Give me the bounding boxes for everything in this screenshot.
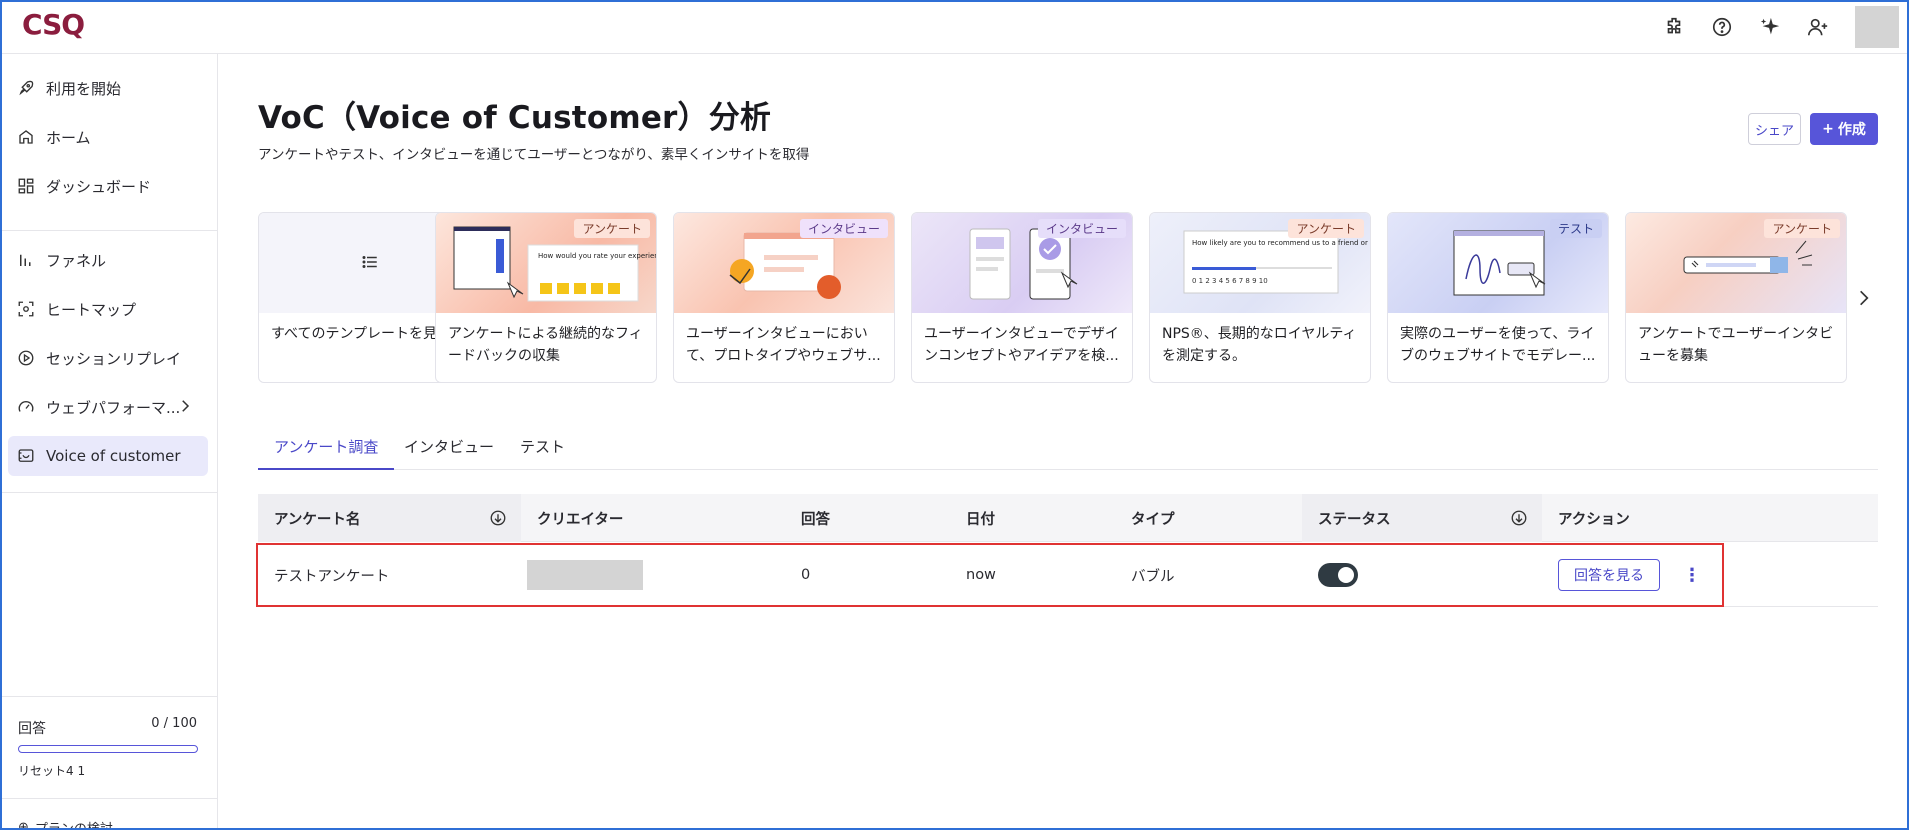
heatmap-icon [16, 299, 36, 319]
sidebar-item-label: ダッシュボード [46, 177, 152, 196]
carousel-next-icon[interactable] [1854, 286, 1874, 310]
rocket-icon [16, 78, 36, 98]
voc-icon [16, 446, 36, 466]
share-button[interactable]: シェア [1748, 113, 1801, 145]
card-text: ユーザーインタビューでデザインコンセプトやアイデアを検... [924, 326, 1119, 364]
type-cell: バブル [1131, 568, 1175, 585]
sparkle-icon[interactable] [1757, 14, 1783, 40]
top-icons [1661, 6, 1899, 48]
status-toggle[interactable] [1318, 563, 1358, 587]
top-bar: CSQ [0, 0, 1909, 54]
puzzle-icon[interactable] [1661, 14, 1687, 40]
card-tag: アンケート [1764, 219, 1840, 238]
sidebar-item-heatmap[interactable]: ヒートマップ [8, 289, 208, 329]
funnel-icon [16, 250, 36, 270]
date-cell: now [966, 567, 996, 583]
view-responses-button[interactable]: 回答を見る [1558, 559, 1660, 591]
nps-scale-text: 0 1 2 3 4 5 6 7 8 9 10 [1192, 277, 1268, 285]
sort-icon[interactable] [1510, 509, 1528, 527]
tabs: アンケート調査 インタビュー テスト [258, 432, 1878, 470]
sidebar-item-home[interactable]: ホーム [8, 117, 208, 157]
create-button[interactable]: + 作成 [1810, 113, 1878, 145]
creator-redacted [527, 560, 643, 590]
column-header-action: アクション [1558, 511, 1630, 528]
sidebar-item-dashboard[interactable]: ダッシュボード [8, 166, 208, 206]
column-header-date: 日付 [966, 511, 995, 528]
card-tag: テスト [1549, 219, 1602, 238]
page-subtitle: アンケートやテスト、インタビューを通じてユーザーとつながり、素早くインサイトを取… [258, 147, 810, 163]
sidebar-item-label: Voice of customer [46, 447, 181, 465]
sidebar-item-label: セッションリプレイ [46, 349, 182, 368]
card-tag: アンケート [1288, 219, 1364, 238]
plan-link-label: プランの検討 [34, 822, 113, 830]
template-card-live-test[interactable]: テスト 実際のユーザーを使って、ライブのウェブサイトでモデレー... [1387, 212, 1609, 383]
table-row[interactable]: テストアンケート 0 now バブル 回答を見る ⋮ [258, 543, 1878, 607]
action-cell: 回答を見る ⋮ [1542, 543, 1878, 607]
table-header: アンケート名 クリエイター 回答 日付 タイプ ステータス アクション [258, 494, 1878, 542]
add-user-icon[interactable] [1805, 14, 1831, 40]
list-icon [362, 256, 377, 268]
quota-count: 0 / 100 [151, 716, 197, 731]
sidebar-item-label: ヒートマップ [46, 300, 137, 319]
help-icon[interactable] [1709, 14, 1735, 40]
sidebar-item-getting-started[interactable]: 利用を開始 [8, 68, 208, 108]
tab-survey[interactable]: アンケート調査 [258, 432, 395, 470]
sidebar: 利用を開始 ホーム ダッシュボード ファネル ヒートマップ セッションリプレイ … [0, 54, 218, 830]
sidebar-item-funnel[interactable]: ファネル [8, 240, 208, 280]
column-header-responses: 回答 [801, 511, 830, 528]
template-card-nps[interactable]: How likely are you to recommend us to a … [1149, 212, 1371, 383]
globe-icon: ⊕ [18, 820, 29, 830]
gauge-icon [16, 397, 36, 417]
card-tag: アンケート [574, 219, 650, 238]
create-button-label: 作成 [1837, 122, 1866, 138]
rate-question-text: How would you rate your experience? [538, 252, 657, 260]
play-icon [16, 348, 36, 368]
survey-name[interactable]: テストアンケート [258, 543, 521, 607]
creator-cell [521, 543, 785, 607]
quota-reset-text: リセット4 1 [18, 764, 86, 778]
home-icon [16, 127, 36, 147]
column-header-creator: クリエイター [537, 511, 624, 528]
template-card-survey-feedback[interactable]: How would you rate your experience? アンケー… [435, 212, 657, 383]
nps-question-text: How likely are you to recommend us to a … [1192, 239, 1371, 247]
sidebar-item-label: ホーム [46, 128, 91, 147]
tab-test[interactable]: テスト [504, 432, 581, 470]
sidebar-item-voice-of-customer[interactable]: Voice of customer [8, 436, 208, 476]
column-header-type: タイプ [1131, 511, 1175, 528]
sidebar-item-label: 利用を開始 [46, 79, 122, 98]
card-text: アンケートでユーザーインタビューを募集 [1638, 326, 1834, 364]
sidebar-item-web-performance[interactable]: ウェブパフォーマ... [8, 387, 208, 427]
template-card-interview-concept[interactable]: インタビュー ユーザーインタビューでデザインコンセプトやアイデアを検... [911, 212, 1133, 383]
plan-link[interactable]: ⊕ プランの検討 [18, 818, 113, 830]
quota-progress-bar [18, 745, 198, 753]
dashboard-icon [16, 176, 36, 196]
tab-interview[interactable]: インタビュー [388, 432, 510, 470]
column-header-status[interactable]: ステータス [1302, 494, 1542, 542]
card-text: アンケートによる継続的なフィードバックの収集 [448, 326, 643, 364]
more-options-icon[interactable]: ⋮ [1682, 563, 1702, 587]
avatar[interactable] [1855, 6, 1899, 48]
card-text: NPS®、長期的なロイヤルティを測定する。 [1162, 326, 1357, 364]
card-text: 実際のユーザーを使って、ライブのウェブサイトでモデレー... [1400, 326, 1596, 364]
plus-icon: + [1822, 121, 1834, 137]
status-cell [1302, 543, 1542, 607]
toggle-knob [1338, 567, 1354, 583]
card-tag: インタビュー [1037, 219, 1126, 238]
card-tag: インタビュー [799, 219, 888, 238]
chevron-right-icon[interactable] [176, 397, 194, 415]
template-card-interview-prototype[interactable]: インタビュー ユーザーインタビューにおいて、プロトタイプやウェブサ... [673, 212, 895, 383]
sidebar-item-label: ウェブパフォーマ... [46, 398, 181, 417]
page-title: VoC（Voice of Customer）分析 [258, 100, 772, 136]
sidebar-item-label: ファネル [46, 251, 107, 270]
template-card-recruit-interview[interactable]: アンケート アンケートでユーザーインタビューを募集 [1625, 212, 1847, 383]
sidebar-item-session-replay[interactable]: セッションリプレイ [8, 338, 208, 378]
sort-icon[interactable] [489, 509, 507, 527]
quota-label: 回答 [18, 721, 46, 737]
card-text: ユーザーインタビューにおいて、プロトタイプやウェブサ... [686, 326, 881, 364]
column-header-name[interactable]: アンケート名 [258, 494, 521, 542]
responses-count: 0 [801, 567, 811, 583]
csq-logo[interactable]: CSQ [22, 8, 85, 41]
